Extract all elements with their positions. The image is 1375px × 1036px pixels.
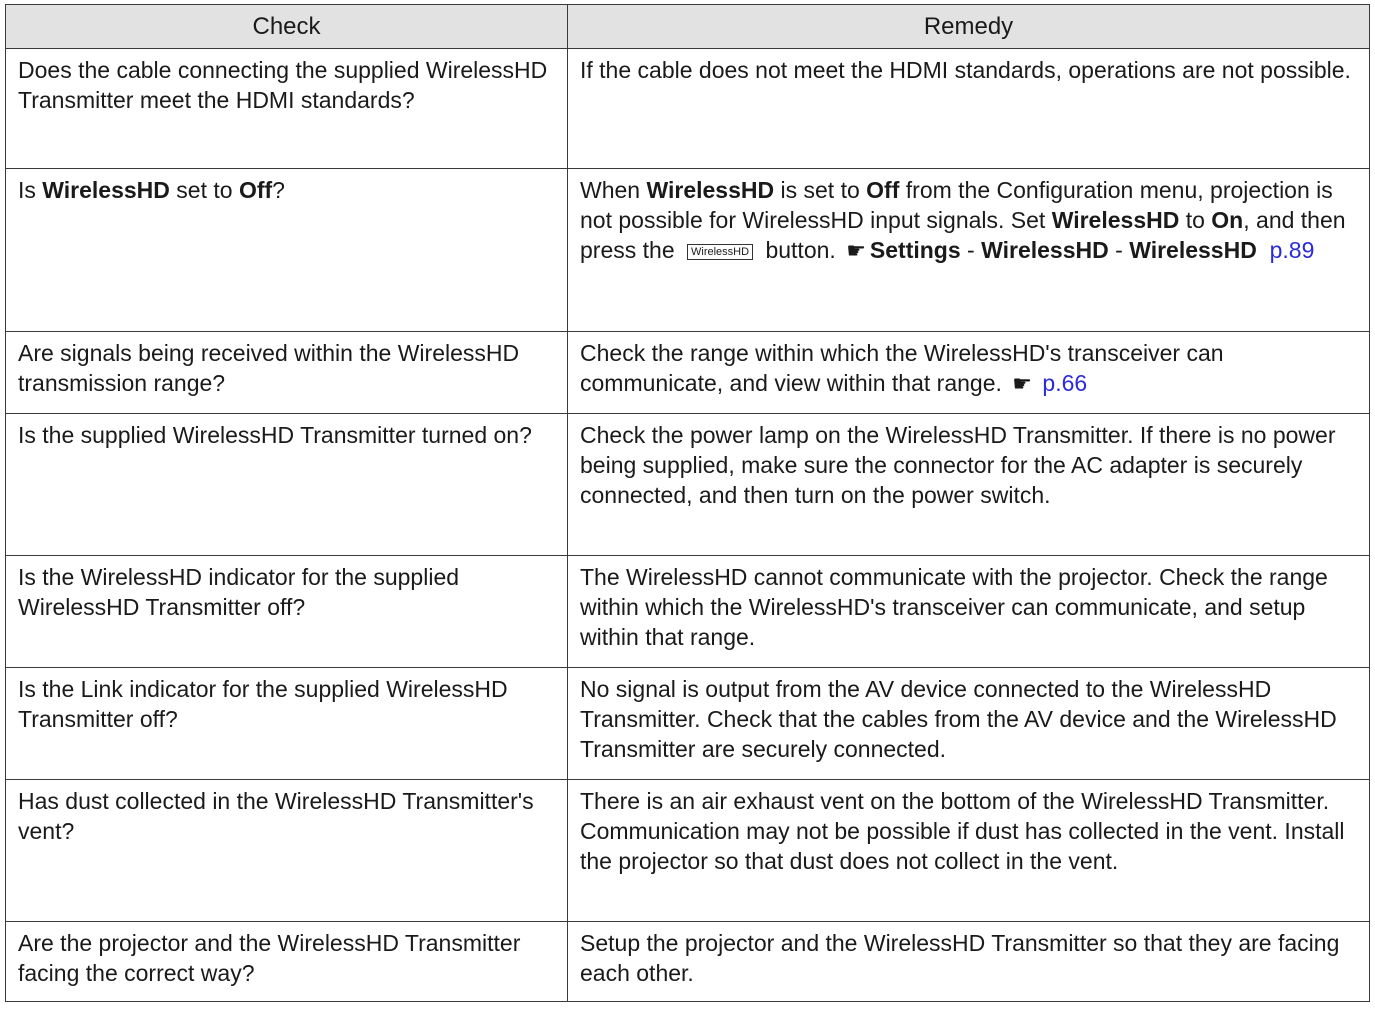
remedy-text: Check the range within which the Wireles… — [580, 340, 1224, 396]
table-row: Are signals being received within the Wi… — [5, 331, 1370, 414]
remedy-cell: No signal is output from the AV device c… — [567, 667, 1370, 780]
remedy-text: button. — [759, 237, 843, 263]
remedy-cell: Setup the projector and the WirelessHD T… — [567, 921, 1370, 1002]
pointing-hand-icon: ☛ — [846, 238, 866, 263]
table-row: Is the WirelessHD indicator for the supp… — [5, 555, 1370, 668]
menu-path-separator: - — [1108, 237, 1130, 263]
remedy-text: to — [1179, 207, 1212, 233]
check-text: set to — [169, 177, 239, 203]
check-cell: Has dust collected in the WirelessHD Tra… — [5, 779, 568, 922]
menu-path-item: WirelessHD — [981, 237, 1109, 263]
table-row: Is the Link indicator for the supplied W… — [5, 667, 1370, 780]
setting-value: Off — [866, 177, 900, 203]
table-row: Has dust collected in the WirelessHD Tra… — [5, 779, 1370, 922]
table-row: Are the projector and the WirelessHD Tra… — [5, 921, 1370, 1002]
page-reference-link[interactable]: p.89 — [1270, 237, 1315, 263]
page-reference-link[interactable]: p.66 — [1042, 370, 1087, 396]
column-header-check: Check — [5, 4, 568, 49]
remedy-cell: There is an air exhaust vent on the bott… — [567, 779, 1370, 922]
check-text: Is — [18, 177, 43, 203]
setting-name: WirelessHD — [42, 177, 170, 203]
table-row: Is the supplied WirelessHD Transmitter t… — [5, 413, 1370, 556]
table-row: Does the cable connecting the supplied W… — [5, 48, 1370, 169]
check-cell: Is the supplied WirelessHD Transmitter t… — [5, 413, 568, 556]
setting-name: WirelessHD — [646, 177, 775, 203]
check-cell: Is WirelessHD set to Off? — [5, 168, 568, 332]
setting-name: WirelessHD — [1051, 207, 1180, 233]
remedy-text: When — [580, 177, 647, 203]
wirelesshd-remote-button-icon: WirelessHD — [687, 244, 754, 260]
check-cell: Does the cable connecting the supplied W… — [5, 48, 568, 169]
table-row: Is WirelessHD set to Off? When WirelessH… — [5, 168, 1370, 332]
remedy-cell: Check the range within which the Wireles… — [567, 331, 1370, 414]
troubleshooting-table: Check Remedy Does the cable connecting t… — [5, 4, 1370, 1002]
column-header-remedy: Remedy — [567, 4, 1370, 49]
menu-path-item: WirelessHD — [1129, 237, 1257, 263]
check-cell: Are signals being received within the Wi… — [5, 331, 568, 414]
remedy-text: is set to — [774, 177, 867, 203]
menu-path-item: Settings — [869, 237, 961, 263]
remedy-cell: Check the power lamp on the WirelessHD T… — [567, 413, 1370, 556]
menu-path-separator: - — [960, 237, 982, 263]
table-header-row: Check Remedy — [5, 4, 1370, 49]
setting-value: On — [1211, 207, 1244, 233]
remedy-cell: If the cable does not meet the HDMI stan… — [567, 48, 1370, 169]
pointing-hand-icon: ☛ — [1012, 371, 1033, 396]
remedy-cell: The WirelessHD cannot communicate with t… — [567, 555, 1370, 668]
check-cell: Are the projector and the WirelessHD Tra… — [5, 921, 568, 1002]
check-cell: Is the WirelessHD indicator for the supp… — [5, 555, 568, 668]
check-cell: Is the Link indicator for the supplied W… — [5, 667, 568, 780]
remedy-cell: When WirelessHD is set to Off from the C… — [567, 168, 1370, 332]
setting-value: Off — [238, 177, 273, 203]
check-text: ? — [272, 177, 285, 203]
